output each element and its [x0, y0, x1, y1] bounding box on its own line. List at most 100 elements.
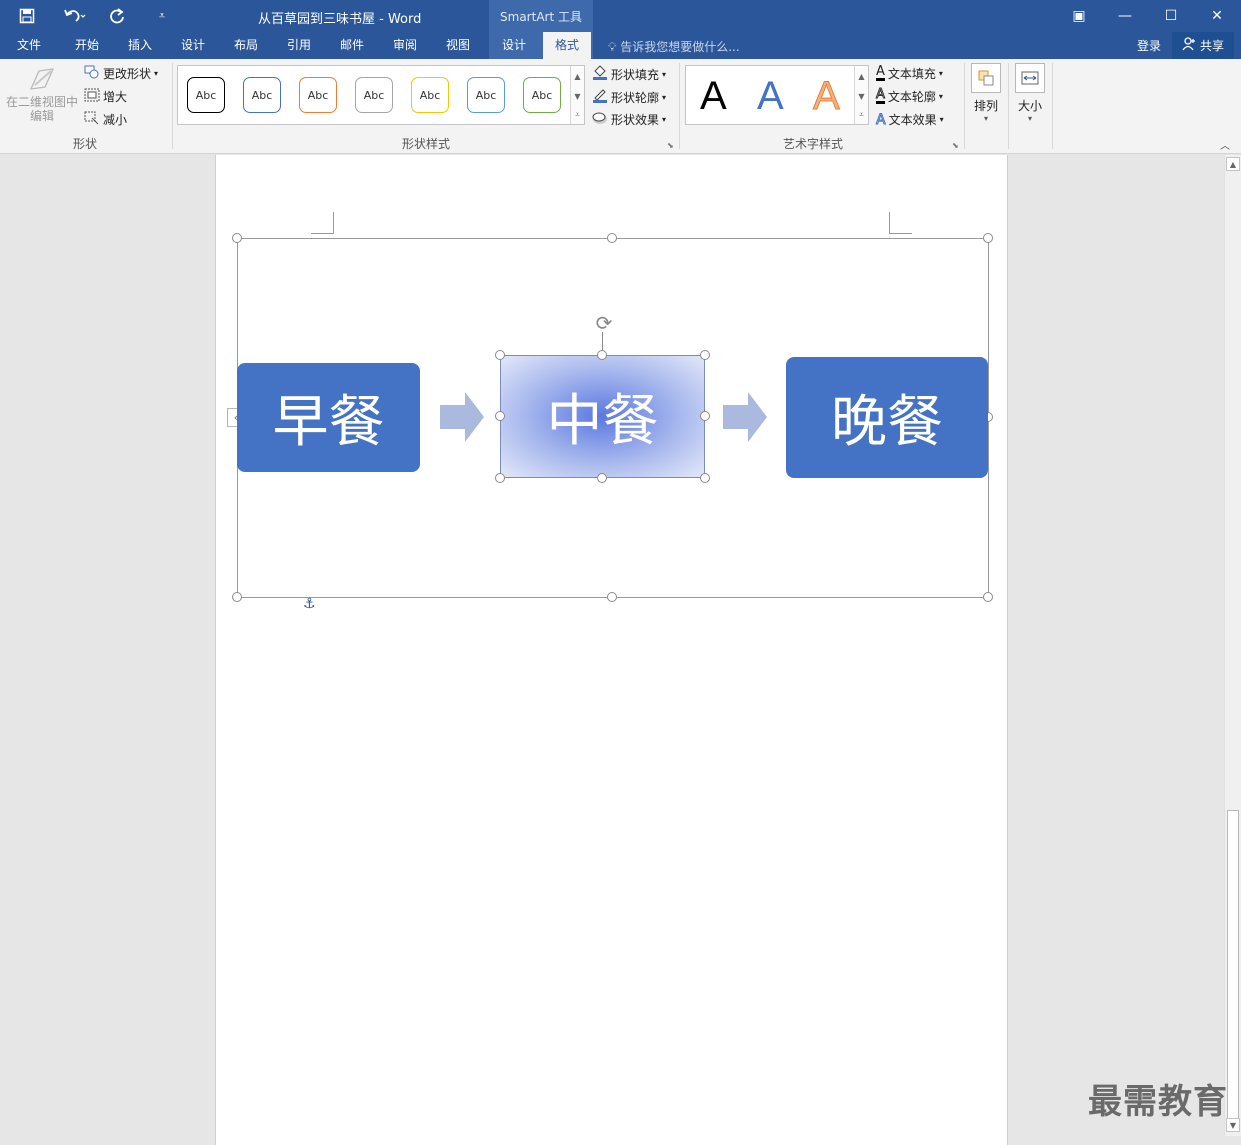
scroll-up-icon[interactable]: ▲: [1226, 157, 1240, 171]
resize-handle[interactable]: [607, 592, 617, 602]
text-outline-button[interactable]: A 文本轮廓 ▾: [876, 88, 943, 105]
smartart-node[interactable]: 早餐: [237, 363, 420, 472]
resize-handle[interactable]: [495, 411, 505, 421]
watermark-text: 最需教育: [1088, 1082, 1228, 1122]
resize-handle[interactable]: [983, 233, 993, 243]
resize-handle[interactable]: [232, 233, 242, 243]
signin-link[interactable]: 登录: [1137, 37, 1161, 54]
scroll-thumb[interactable]: [1227, 810, 1239, 1120]
wordart-style-blue[interactable]: A: [757, 74, 784, 119]
resize-handle[interactable]: [495, 473, 505, 483]
share-button[interactable]: 共享: [1172, 32, 1234, 59]
text-fill-label: 文本填充: [887, 67, 936, 81]
edit-2d-icon: [4, 65, 80, 95]
title-bar: ⩡ 从百草园到三味书屋 - Word SmartArt 工具 ▣ — ☐ ✕: [0, 0, 1241, 32]
shape-effects-button[interactable]: 形状效果 ▾: [592, 111, 666, 128]
separator: [1052, 63, 1053, 149]
size-label: 大小: [1017, 99, 1042, 113]
resize-handle[interactable]: [597, 473, 607, 483]
tab-design[interactable]: 设计: [170, 32, 216, 59]
collapse-ribbon-icon[interactable]: ︿: [1220, 137, 1230, 152]
resize-handle[interactable]: [607, 233, 617, 243]
shrink-icon: [84, 111, 100, 128]
gallery-scroll-up-icon[interactable]: ▲: [854, 66, 868, 86]
text-effects-button[interactable]: A 文本效果 ▾: [876, 111, 944, 128]
tab-layout[interactable]: 布局: [223, 32, 269, 59]
tab-review[interactable]: 审阅: [382, 32, 428, 59]
change-shape-label: 更改形状: [103, 67, 152, 81]
larger-label: 增大: [103, 90, 128, 104]
resize-handle[interactable]: [232, 592, 242, 602]
dialog-launcher-icon[interactable]: ⬊: [667, 141, 674, 150]
shape-style-swatch[interactable]: Abc: [299, 77, 337, 113]
smartart-node[interactable]: 晚餐: [786, 357, 988, 478]
tab-smartart-format[interactable]: 格式: [543, 32, 591, 59]
gallery-scroll-down-icon[interactable]: ▼: [570, 86, 584, 106]
ribbon: 在二维视图中编辑 更改形状 ▾ 增大 减小 形状 Abc Abc Abc Abc…: [0, 59, 1241, 154]
tab-home[interactable]: 开始: [64, 32, 110, 59]
ribbon-display-options-icon[interactable]: ▣: [1056, 0, 1102, 32]
tab-smartart-design[interactable]: 设计: [491, 32, 537, 59]
shape-style-swatch[interactable]: Abc: [523, 77, 561, 113]
arrange-button[interactable]: 排列 ▾: [968, 63, 1004, 123]
redo-icon[interactable]: [104, 4, 130, 28]
shape-style-swatch[interactable]: Abc: [467, 77, 505, 113]
shape-fill-button[interactable]: 形状填充 ▾: [592, 65, 666, 83]
larger-button[interactable]: 增大: [84, 88, 127, 105]
shape-style-swatch[interactable]: Abc: [243, 77, 281, 113]
tell-me-search[interactable]: 💡︎ 告诉我您想要做什么...: [608, 38, 740, 55]
chevron-down-icon: ▾: [662, 92, 667, 102]
separator: [172, 63, 173, 149]
edit-in-2d-button[interactable]: 在二维视图中编辑: [4, 65, 80, 123]
shape-effects-label: 形状效果: [611, 113, 660, 127]
wordart-styles-gallery: A A A ▲ ▼ ⩡: [685, 65, 869, 125]
resize-handle[interactable]: [495, 350, 505, 360]
process-arrow: [440, 392, 484, 442]
resize-handle[interactable]: [700, 473, 710, 483]
tab-insert[interactable]: 插入: [117, 32, 163, 59]
gallery-expand-icon[interactable]: ⩡: [570, 106, 584, 124]
shape-style-swatch[interactable]: Abc: [411, 77, 449, 113]
group-label-shape-styles: 形状样式: [401, 137, 450, 151]
resize-handle[interactable]: [983, 592, 993, 602]
gallery-expand-icon[interactable]: ⩡: [854, 106, 868, 124]
share-label: 共享: [1199, 39, 1224, 53]
save-icon[interactable]: [14, 4, 40, 28]
undo-icon[interactable]: [58, 4, 92, 28]
tab-view[interactable]: 视图: [435, 32, 481, 59]
resize-handle[interactable]: [700, 411, 710, 421]
margin-corner-mark: [889, 212, 912, 234]
change-shape-button[interactable]: 更改形状 ▾: [84, 65, 158, 82]
close-button[interactable]: ✕: [1194, 0, 1240, 32]
smaller-button[interactable]: 减小: [84, 111, 127, 128]
gallery-scroll-down-icon[interactable]: ▼: [854, 86, 868, 106]
group-label-shapes: 形状: [72, 137, 97, 151]
margin-corner-mark: [311, 212, 334, 234]
shape-style-swatch[interactable]: Abc: [187, 77, 225, 113]
shape-outline-button[interactable]: 形状轮廓 ▾: [592, 88, 666, 106]
resize-handle[interactable]: [700, 350, 710, 360]
dialog-launcher-icon[interactable]: ⬊: [952, 141, 959, 150]
vertical-scrollbar[interactable]: ▲ ▼: [1224, 155, 1241, 1136]
text-fill-icon: A: [876, 64, 885, 81]
shape-style-swatch[interactable]: Abc: [355, 77, 393, 113]
resize-handle[interactable]: [597, 350, 607, 360]
tab-mailings[interactable]: 邮件: [329, 32, 375, 59]
minimize-button[interactable]: —: [1102, 0, 1148, 32]
size-icon: [1015, 63, 1045, 93]
tab-references[interactable]: 引用: [276, 32, 322, 59]
gallery-scroll-up-icon[interactable]: ▲: [570, 66, 584, 86]
scroll-down-icon[interactable]: ▼: [1226, 1118, 1240, 1132]
tab-file[interactable]: 文件: [6, 32, 52, 59]
size-button[interactable]: 大小 ▾: [1012, 63, 1048, 123]
tell-me-text: 告诉我您想要做什么...: [620, 40, 740, 54]
process-arrow: [723, 392, 767, 442]
wordart-style-black[interactable]: A: [700, 74, 727, 119]
rotate-icon[interactable]: ⟳: [592, 311, 616, 335]
wordart-style-orange[interactable]: A: [813, 74, 841, 119]
customize-qat-icon[interactable]: ⩡: [152, 4, 172, 28]
text-fill-button[interactable]: A 文本填充 ▾: [876, 65, 943, 82]
smartart-node[interactable]: 中餐: [500, 355, 705, 478]
edit-2d-label: 在二维视图中编辑: [5, 95, 78, 123]
maximize-button[interactable]: ☐: [1148, 0, 1194, 32]
